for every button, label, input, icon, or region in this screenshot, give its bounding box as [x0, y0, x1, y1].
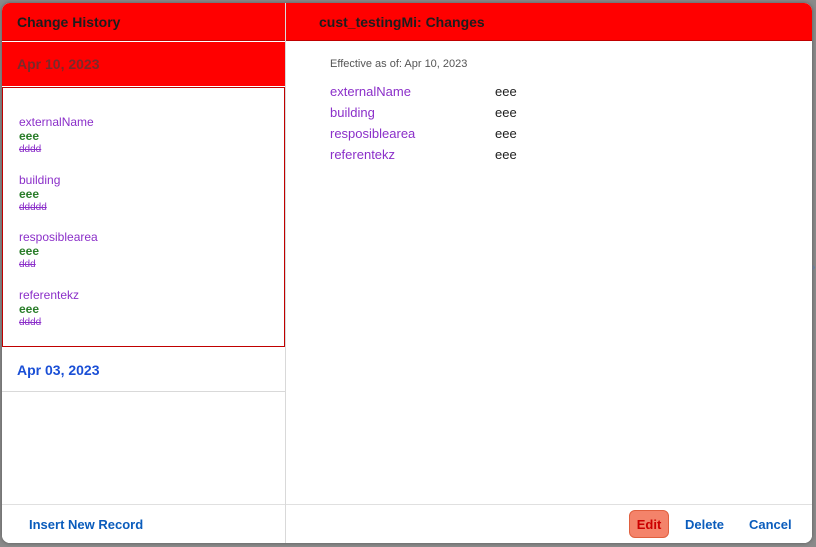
- detail-row: building eee: [330, 105, 517, 120]
- change-field-name: building: [19, 173, 61, 187]
- detail-row: referentekz eee: [330, 147, 517, 162]
- detail-field-name: externalName: [330, 84, 411, 99]
- history-date-item[interactable]: Apr 03, 2023: [2, 348, 285, 392]
- history-list-pane: Change History Apr 10, 2023 externalName…: [2, 3, 286, 543]
- cancel-button[interactable]: Cancel: [749, 517, 792, 532]
- detail-field-name: referentekz: [330, 147, 396, 162]
- change-history-dialog: Change History Apr 10, 2023 externalName…: [2, 3, 812, 543]
- detail-field-value: eee: [495, 126, 517, 141]
- change-new-value: eee: [19, 187, 40, 201]
- change-field-name: externalName: [19, 115, 94, 129]
- change-field-name: referentekz: [19, 288, 80, 302]
- change-item: building eee ddddd: [19, 173, 60, 215]
- background-chevron-icon: ›: [812, 262, 816, 273]
- left-footer: Insert New Record: [2, 504, 285, 543]
- detail-row: resposiblearea eee: [330, 126, 517, 141]
- changes-panel: externalName eee dddd building eee ddddd…: [2, 87, 285, 347]
- detail-field-name: building: [330, 105, 375, 120]
- change-old-value: dddd: [19, 317, 42, 328]
- change-old-value: ddd: [19, 259, 36, 270]
- effective-date-label: Effective as of: Apr 10, 2023: [330, 58, 468, 70]
- changes-detail-title: cust_testingMi: Changes: [286, 3, 812, 41]
- right-footer: Edit Delete Cancel: [286, 504, 812, 543]
- change-new-value: eee: [19, 244, 40, 258]
- delete-button[interactable]: Delete: [685, 517, 724, 532]
- detail-field-value: eee: [495, 84, 517, 99]
- edit-button[interactable]: Edit: [629, 510, 669, 538]
- change-new-value: eee: [19, 302, 40, 316]
- changes-detail-pane: cust_testingMi: Changes Effective as of:…: [286, 3, 812, 543]
- detail-field-value: eee: [495, 147, 517, 162]
- change-field-name: resposiblearea: [19, 230, 98, 244]
- change-item: resposiblearea eee ddd: [19, 230, 98, 272]
- change-item: externalName eee dddd: [19, 115, 94, 157]
- history-date-selected[interactable]: Apr 10, 2023: [2, 42, 285, 86]
- change-history-title: Change History: [2, 3, 285, 41]
- detail-row: externalName eee: [330, 84, 517, 99]
- detail-field-name: resposiblearea: [330, 126, 416, 141]
- change-new-value: eee: [19, 129, 40, 143]
- change-item: referentekz eee dddd: [19, 288, 79, 330]
- detail-field-value: eee: [495, 105, 517, 120]
- change-old-value: dddd: [19, 144, 42, 155]
- insert-new-record-button[interactable]: Insert New Record: [29, 517, 143, 532]
- change-old-value: ddddd: [19, 202, 47, 213]
